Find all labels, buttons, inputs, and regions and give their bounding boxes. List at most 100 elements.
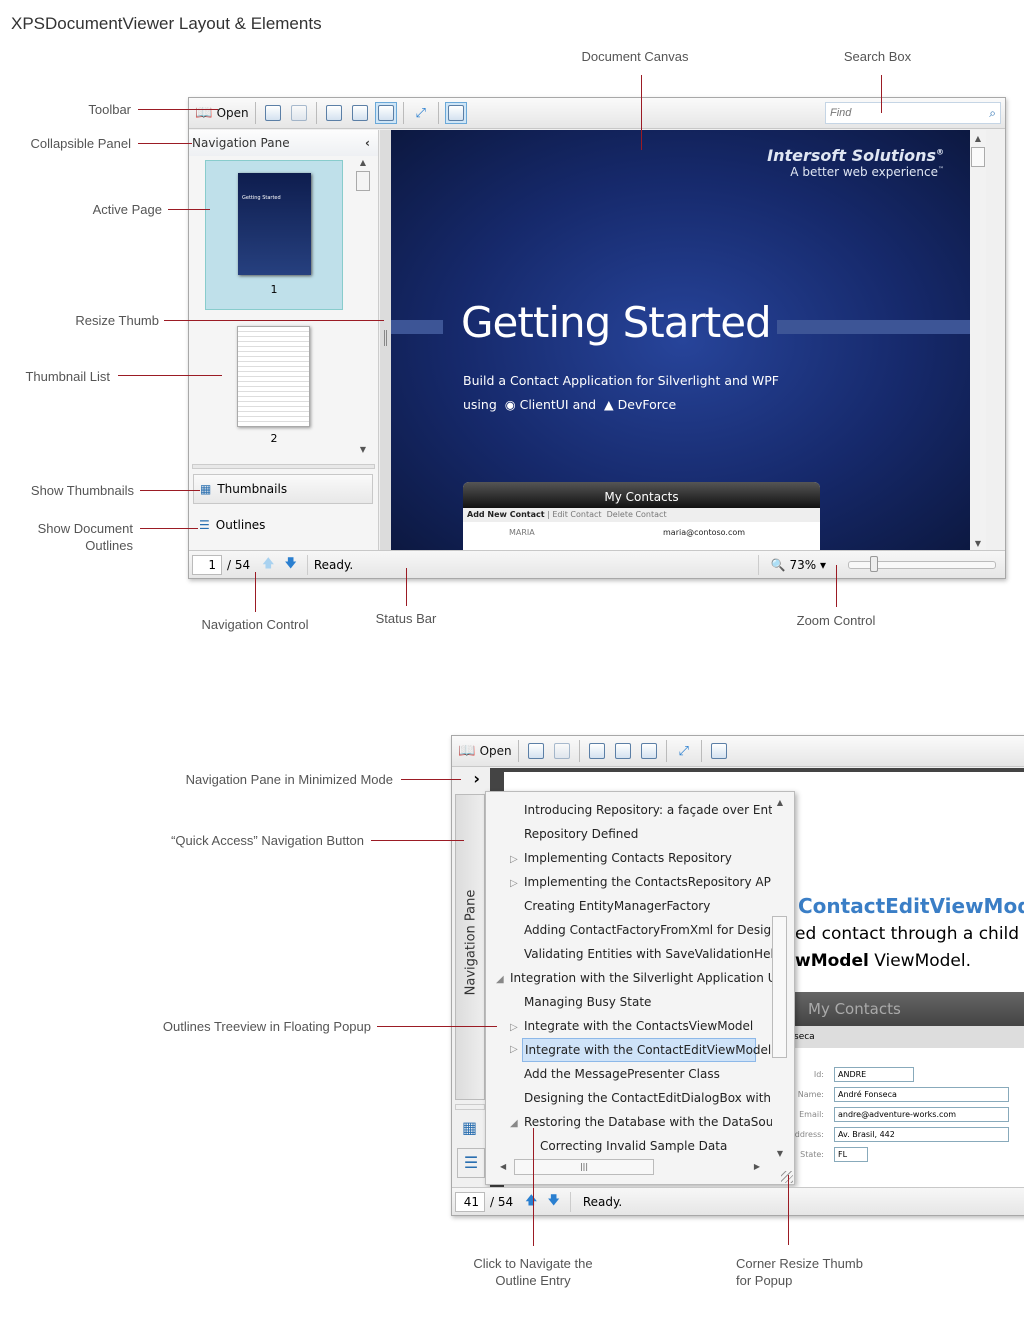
outline-item[interactable]: Managing Busy State: [490, 990, 772, 1014]
form-field[interactable]: Av. Brasil, 442: [834, 1126, 1009, 1142]
outline-item[interactable]: Introducing Repository: a façade over En…: [490, 798, 772, 822]
toggle-nav-pane-button[interactable]: [708, 740, 730, 762]
page-number-input[interactable]: 41: [455, 1191, 485, 1212]
collapsed-arrow-icon[interactable]: ▷: [510, 1016, 524, 1040]
search-input[interactable]: [830, 107, 990, 119]
outline-item[interactable]: Validating Entities with SaveValidationH…: [490, 942, 772, 966]
callout-line: [401, 779, 461, 780]
label-corner-resize: Corner Resize Thumb for Popup: [736, 1256, 863, 1288]
outline-item[interactable]: Repository Defined: [490, 822, 772, 846]
label-nav-minimized: Navigation Pane in Minimized Mode: [185, 772, 393, 787]
book-icon: 📖: [458, 743, 476, 759]
canvas-scrollbar[interactable]: ▲ ▼: [970, 130, 986, 552]
page-total: / 54: [227, 557, 251, 572]
splitter[interactable]: [192, 464, 375, 469]
fit-page-button[interactable]: [638, 740, 660, 762]
panel-icon: [710, 743, 727, 759]
form-field[interactable]: ANDRE: [834, 1066, 914, 1082]
outline-item[interactable]: ▷ Implementing the ContactsRepository API: [490, 870, 772, 894]
fullscreen-button[interactable]: ⤢: [410, 102, 432, 124]
thumbnails-icon[interactable]: ▦: [462, 1118, 477, 1137]
zoom-slider-thumb[interactable]: [870, 555, 878, 572]
show-outlines-button[interactable]: ☰ Outlines: [193, 512, 373, 538]
thumbnails-icon: ▦: [200, 482, 212, 496]
outline-item[interactable]: Adding ContactFactoryFromXml for Design-…: [490, 918, 772, 942]
copy-button[interactable]: [288, 102, 310, 124]
collapsed-arrow-icon[interactable]: ▷: [510, 848, 524, 872]
page-icon: [614, 743, 631, 759]
fit-width-button[interactable]: [612, 740, 634, 762]
expanded-arrow-icon[interactable]: ◢: [510, 1112, 524, 1136]
expanded-arrow-icon[interactable]: ◢: [496, 968, 510, 992]
nav-pane-title: Navigation Pane: [192, 136, 290, 150]
label-zoom-control: Zoom Control: [796, 613, 876, 628]
show-thumbnails-button[interactable]: ▦ Thumbnails: [193, 474, 373, 504]
outline-item-label: Integration with the Silverlight Applica…: [510, 971, 772, 985]
form-row: Id: ANDRE: [784, 1064, 1024, 1084]
next-page-arrow-icon[interactable]: 🡇: [547, 1191, 559, 1212]
page-number-input[interactable]: 1: [192, 554, 222, 575]
callout-line: [118, 375, 222, 376]
outlines-icon[interactable]: ☰: [457, 1148, 485, 1178]
resize-thumb[interactable]: [380, 130, 391, 552]
form-field[interactable]: FL: [834, 1146, 868, 1162]
collapsed-arrow-icon[interactable]: ▷: [510, 872, 524, 896]
form-row: Name: André Fonseca: [784, 1084, 1024, 1104]
xps-viewer-minimized: 📖 Open ⤢ › Navigation Pane ▦ ☰ ContactEd…: [451, 735, 1024, 1216]
actual-size-button[interactable]: [323, 102, 345, 124]
label-show-outlines: Show Document Outlines: [37, 521, 133, 553]
outline-horizontal-scrollbar[interactable]: ◀ ||| ▶: [498, 1158, 760, 1176]
document-subtitle: Build a Contact Application for Silverli…: [463, 373, 779, 388]
toggle-nav-pane-button[interactable]: [444, 102, 467, 124]
label-outlines-popup: Outlines Treeview in Floating Popup: [162, 1019, 371, 1034]
open-button[interactable]: 📖 Open: [195, 102, 249, 124]
collapse-chevron-icon[interactable]: ‹: [365, 136, 370, 150]
status-bar: 1 / 54 🡅 🡇 Ready. 🔍 73% ▾: [189, 550, 1005, 578]
toolbar: 📖 Open ⤢: [452, 736, 1024, 767]
outline-item-label: Correcting Invalid Sample Data: [540, 1139, 728, 1153]
zoom-level-dropdown[interactable]: 73% ▾: [789, 558, 826, 572]
form-field[interactable]: andre@adventure-works.com: [834, 1106, 1009, 1122]
corner-resize-thumb[interactable]: [781, 1171, 793, 1183]
outline-item[interactable]: ◢ Integration with the Silverlight Applic…: [490, 966, 772, 990]
copy-button[interactable]: [551, 740, 573, 762]
print-button[interactable]: [262, 102, 284, 124]
outline-item-label: Integrate with the ContactsViewModel: [524, 1019, 754, 1033]
document-heading: ContactEditViewModel: [798, 894, 1024, 918]
thumbnail-page[interactable]: [237, 326, 310, 427]
outline-vertical-scrollbar[interactable]: ▲ ▼: [772, 798, 788, 1158]
outline-item[interactable]: Designing the ContactEditDialogBox with …: [490, 1086, 772, 1110]
open-button[interactable]: 📖 Open: [458, 740, 512, 762]
toolbar: 📖 Open ⤢ ⌕: [189, 98, 1005, 129]
thumbnail-active-page[interactable]: Getting Started 1: [205, 160, 343, 310]
zoom-slider[interactable]: [848, 555, 996, 572]
label-quick-access: “Quick Access” Navigation Button: [171, 833, 364, 848]
previous-page-arrow-icon[interactable]: 🡅: [262, 554, 274, 575]
fit-page-button[interactable]: [374, 102, 397, 124]
collapsed-arrow-icon[interactable]: ▷: [510, 1039, 524, 1061]
outline-item[interactable]: ▷ Integrate with the ContactEditViewModel: [510, 1038, 771, 1062]
search-icon[interactable]: ⌕: [989, 106, 996, 121]
expand-icon: ⤢: [415, 105, 426, 121]
label-navigation-control: Navigation Control: [201, 617, 309, 632]
document-page: Intersoft Solutions® A better web experi…: [391, 130, 974, 552]
callout-line: [255, 572, 256, 612]
outline-item-label: Restoring the Database with the DataSour…: [524, 1115, 772, 1129]
thumbnail-scrollbar[interactable]: ▲ ▼: [355, 158, 371, 454]
fullscreen-button[interactable]: ⤢: [673, 740, 695, 762]
search-box[interactable]: ⌕: [825, 102, 1001, 124]
outline-item[interactable]: Add the MessagePresenter Class: [490, 1062, 772, 1086]
callout-line: [641, 75, 642, 150]
print-icon: [264, 105, 281, 121]
form-field[interactable]: André Fonseca: [834, 1086, 1009, 1102]
previous-page-arrow-icon[interactable]: 🡅: [525, 1191, 537, 1212]
print-button[interactable]: [525, 740, 547, 762]
outline-item[interactable]: Creating EntityManagerFactory: [490, 894, 772, 918]
fit-width-button[interactable]: [349, 102, 371, 124]
outline-item[interactable]: ▷ Implementing Contacts Repository: [490, 846, 772, 870]
next-page-arrow-icon[interactable]: 🡇: [284, 554, 296, 575]
callout-line: [533, 1128, 534, 1246]
actual-size-button[interactable]: [586, 740, 608, 762]
outline-item[interactable]: ▷ Integrate with the ContactsViewModel: [490, 1014, 772, 1038]
status-bar: 41 / 54 🡅 🡇 Ready.: [452, 1187, 1024, 1215]
